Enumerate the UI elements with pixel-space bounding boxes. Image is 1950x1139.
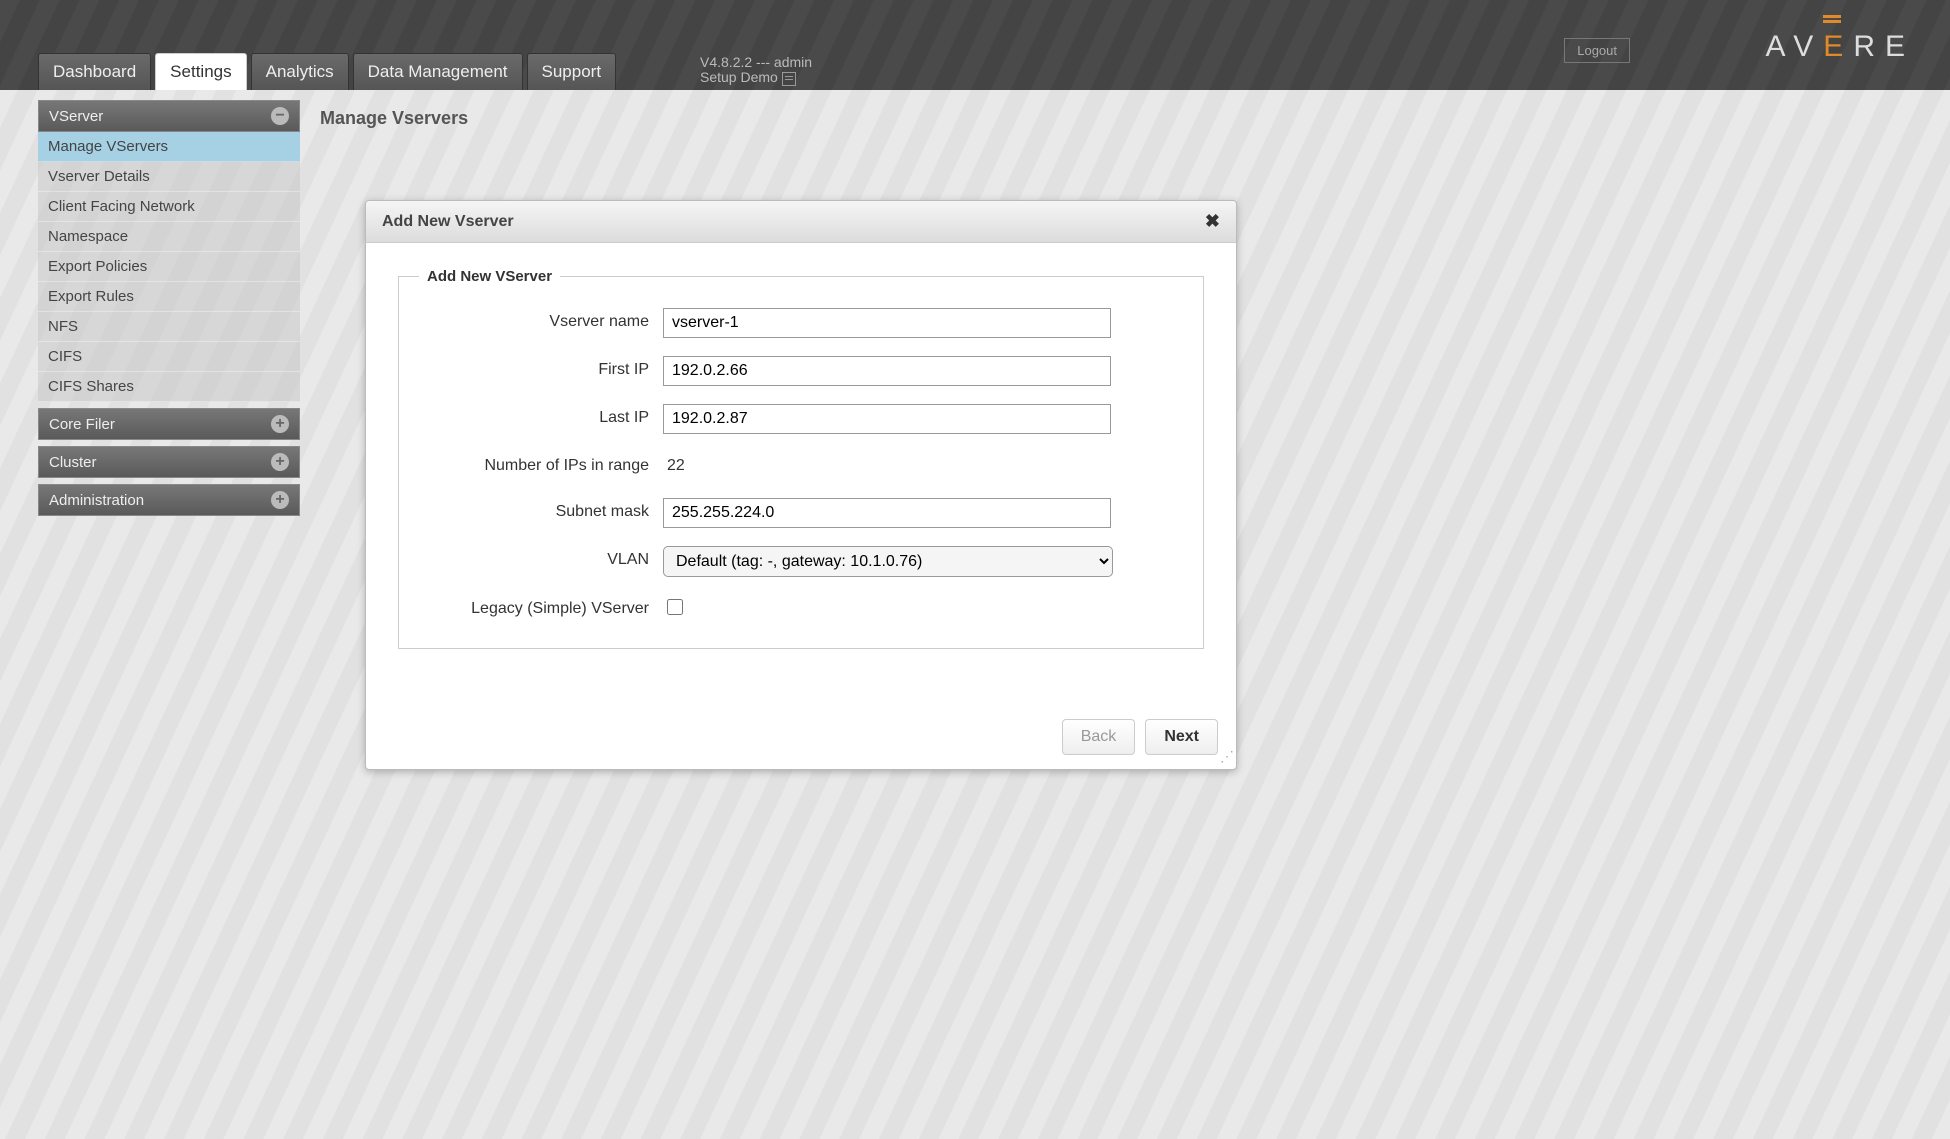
sidebar-section-label: VServer: [49, 108, 103, 125]
brand-logo: AVERE: [1765, 30, 1915, 64]
vserver-name-input[interactable]: [663, 308, 1111, 338]
sidebar-item-cifs[interactable]: CIFS: [38, 342, 300, 372]
back-button[interactable]: Back: [1062, 719, 1136, 755]
label-subnet-mask: Subnet mask: [419, 498, 663, 521]
first-ip-input[interactable]: [663, 356, 1111, 386]
sidebar-item-export-policies[interactable]: Export Policies: [38, 252, 300, 282]
main-tabs: Dashboard Settings Analytics Data Manage…: [38, 53, 616, 90]
last-ip-input[interactable]: [663, 404, 1111, 434]
add-vserver-dialog: Add New Vserver ✖ Add New VServer Vserve…: [365, 200, 1237, 770]
label-vserver-name: Vserver name: [419, 308, 663, 331]
expand-plus-icon: +: [271, 415, 289, 433]
sidebar-section-label: Cluster: [49, 454, 97, 471]
sidebar-item-nfs[interactable]: NFS: [38, 312, 300, 342]
tab-data-management[interactable]: Data Management: [353, 53, 523, 90]
sidebar-section-vserver[interactable]: VServer −: [38, 100, 300, 132]
logout-button[interactable]: Logout: [1564, 38, 1630, 63]
sidebar-item-client-facing-network[interactable]: Client Facing Network: [38, 192, 300, 222]
dialog-title-text: Add New Vserver: [382, 213, 514, 231]
next-button[interactable]: Next: [1145, 719, 1218, 755]
dialog-titlebar[interactable]: Add New Vserver ✖: [366, 201, 1236, 243]
sidebar-item-vserver-details[interactable]: Vserver Details: [38, 162, 300, 192]
sidebar-section-cluster[interactable]: Cluster +: [38, 446, 300, 478]
sidebar-item-export-rules[interactable]: Export Rules: [38, 282, 300, 312]
sidebar: VServer − Manage VServers Vserver Detail…: [38, 100, 300, 516]
tab-dashboard[interactable]: Dashboard: [38, 53, 151, 90]
header-bar: Dashboard Settings Analytics Data Manage…: [0, 0, 1950, 90]
tab-settings[interactable]: Settings: [155, 53, 246, 90]
label-first-ip: First IP: [419, 356, 663, 379]
header-meta: V4.8.2.2 --- admin Setup Demo: [700, 55, 812, 86]
sidebar-item-namespace[interactable]: Namespace: [38, 222, 300, 252]
label-legacy-vserver: Legacy (Simple) VServer: [419, 595, 663, 618]
ip-count-value: 22: [663, 452, 689, 480]
label-vlan: VLAN: [419, 546, 663, 569]
fieldset-legend: Add New VServer: [419, 268, 560, 285]
subnet-mask-input[interactable]: [663, 498, 1111, 528]
close-icon[interactable]: ✖: [1205, 211, 1220, 232]
setup-demo-icon: [782, 72, 796, 86]
legacy-vserver-checkbox[interactable]: [667, 599, 683, 615]
sidebar-section-core-filer[interactable]: Core Filer +: [38, 408, 300, 440]
tab-support[interactable]: Support: [527, 53, 617, 90]
sidebar-item-manage-vservers[interactable]: Manage VServers: [38, 132, 300, 162]
page-title: Manage Vservers: [320, 108, 468, 129]
sidebar-item-cifs-shares[interactable]: CIFS Shares: [38, 372, 300, 402]
collapse-minus-icon: −: [271, 107, 289, 125]
dialog-body: Add New VServer Vserver name First IP La…: [366, 243, 1236, 709]
dialog-footer: Back Next: [366, 709, 1236, 769]
sidebar-section-administration[interactable]: Administration +: [38, 484, 300, 516]
setup-demo-link[interactable]: Setup Demo: [700, 70, 812, 85]
add-vserver-fieldset: Add New VServer Vserver name First IP La…: [398, 268, 1204, 649]
sidebar-section-label: Core Filer: [49, 416, 115, 433]
version-text: V4.8.2.2 --- admin: [700, 55, 812, 70]
label-ip-count: Number of IPs in range: [419, 452, 663, 475]
resize-grip-icon[interactable]: ⋰: [1220, 748, 1232, 765]
vlan-select[interactable]: Default (tag: -, gateway: 10.1.0.76): [663, 546, 1113, 577]
expand-plus-icon: +: [271, 453, 289, 471]
label-last-ip: Last IP: [419, 404, 663, 427]
expand-plus-icon: +: [271, 491, 289, 509]
tab-analytics[interactable]: Analytics: [251, 53, 349, 90]
sidebar-section-label: Administration: [49, 492, 144, 509]
